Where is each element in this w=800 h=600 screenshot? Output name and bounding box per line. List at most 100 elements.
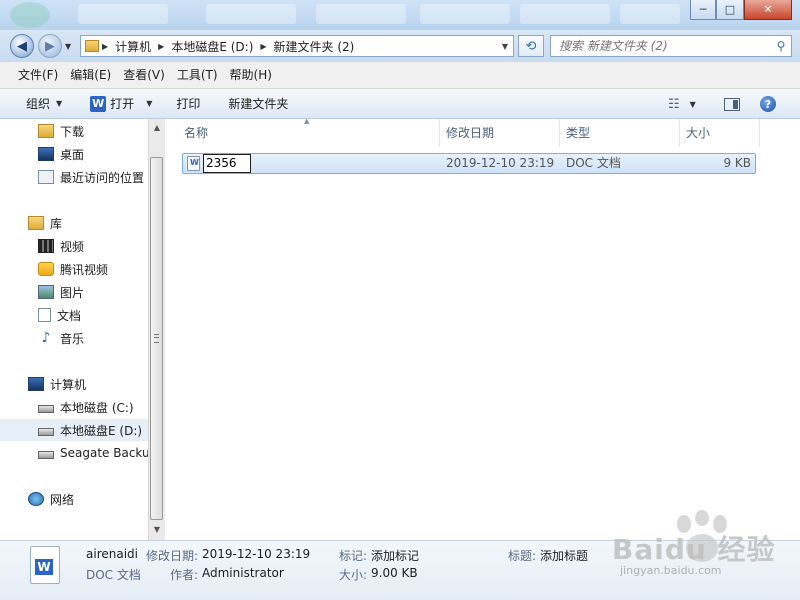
pictures-icon [38, 285, 54, 299]
nav-item-libraries[interactable]: 库 [0, 212, 148, 234]
scroll-grip-icon [154, 334, 159, 343]
scroll-thumb[interactable] [150, 157, 163, 520]
close-button[interactable]: ✕ [744, 0, 792, 20]
details-modified-value: 2019-12-10 23:19 [202, 547, 311, 561]
back-button[interactable]: ◀ [10, 34, 34, 58]
menu-view[interactable]: 查看(V) [117, 65, 171, 86]
help-button[interactable]: ? [760, 89, 776, 119]
libraries-icon [28, 216, 44, 230]
nav-item-documents[interactable]: 文档 [0, 304, 148, 326]
navigation-pane: 下载 桌面 最近访问的位置 库 视频 腾讯视频 图片 文档 ♪ 音乐 计算机 本… [0, 119, 148, 540]
details-pane: W airenaidi DOC 文档 修改日期: 2019-12-10 23:1… [0, 540, 800, 600]
scroll-up-icon[interactable]: ▲ [149, 119, 165, 136]
nav-item-videos[interactable]: 视频 [0, 235, 148, 257]
details-file-type: DOC 文档 [86, 568, 141, 582]
navigation-scrollbar[interactable]: ▲ ▼ [148, 119, 165, 540]
nav-item-drive-c[interactable]: 本地磁盘 (C:) [0, 396, 148, 418]
breadcrumb-separator-icon[interactable]: ▶ [257, 42, 269, 51]
open-label: 打开 [110, 97, 135, 111]
folder-icon [85, 40, 99, 52]
column-name[interactable]: 名称 [178, 119, 440, 147]
menu-edit[interactable]: 编辑(E) [64, 65, 117, 86]
nav-item-tencent-video[interactable]: 腾讯视频 [0, 258, 148, 280]
file-type: DOC 文档 [566, 156, 621, 170]
nav-item-seagate[interactable]: Seagate Backup [0, 442, 148, 464]
nav-item-network[interactable]: 网络 [0, 488, 148, 510]
chevron-down-icon[interactable]: ▼ [146, 99, 152, 108]
breadcrumb-current-folder[interactable]: 新建文件夹 (2) [270, 36, 359, 56]
nav-label: 腾讯视频 [60, 262, 109, 277]
column-size[interactable]: 大小 [680, 119, 760, 147]
scroll-down-icon[interactable]: ▼ [149, 521, 165, 538]
details-title-value[interactable]: 添加标题 [540, 547, 588, 564]
column-type[interactable]: 类型 [560, 119, 680, 147]
nav-label: 音乐 [60, 331, 85, 346]
recent-pages-dropdown-icon[interactable]: ▼ [65, 42, 71, 51]
organize-button[interactable]: 组织 ▼ [16, 93, 72, 115]
address-bar[interactable]: ▶ 计算机 ▶ 本地磁盘E (D:) ▶ 新建文件夹 (2) ▼ [80, 35, 514, 57]
recent-places-icon [38, 170, 54, 184]
open-button[interactable]: W 打开 ▼ [80, 93, 162, 115]
drive-icon [38, 428, 54, 436]
title-bar: ─ □ ✕ [0, 0, 800, 30]
rename-input[interactable]: 2356 [203, 154, 251, 173]
nav-label: 网络 [50, 492, 75, 507]
nav-item-music[interactable]: ♪ 音乐 [0, 327, 148, 349]
word-letter-icon: W [35, 559, 53, 575]
breadcrumb-drive-e[interactable]: 本地磁盘E (D:) [167, 36, 257, 56]
desktop-icon [38, 147, 54, 161]
computer-icon [28, 377, 44, 391]
details-author-value[interactable]: Administrator [202, 566, 284, 580]
search-icon[interactable]: ⚲ [771, 39, 791, 53]
breadcrumb-separator-icon[interactable]: ▶ [99, 42, 111, 51]
new-folder-button[interactable]: 新建文件夹 [218, 93, 298, 115]
nav-item-drive-e[interactable]: 本地磁盘E (D:) [0, 419, 148, 441]
search-input[interactable] [551, 36, 771, 56]
print-button[interactable]: 打印 [166, 93, 210, 115]
doc-file-large-icon: W [30, 546, 60, 584]
details-title-label: 标题: [508, 549, 537, 563]
system-drive-icon [38, 405, 54, 413]
file-modified: 2019-12-10 23:19 [446, 156, 555, 170]
nav-item-pictures[interactable]: 图片 [0, 281, 148, 303]
maximize-button[interactable]: □ [716, 0, 744, 20]
drive-icon [38, 451, 54, 459]
minimize-button[interactable]: ─ [690, 0, 716, 20]
refresh-button[interactable]: ⟲ [518, 35, 544, 57]
details-tags-value[interactable]: 添加标记 [371, 547, 419, 564]
nav-label: 本地磁盘E (D:) [60, 423, 143, 438]
taskbar-ghost-item [206, 4, 296, 24]
nav-item-recent[interactable]: 最近访问的位置 [0, 166, 148, 188]
menu-bar: 文件(F) 编辑(E) 查看(V) 工具(T) 帮助(H) [0, 62, 800, 89]
menu-help[interactable]: 帮助(H) [224, 65, 278, 86]
nav-item-computer[interactable]: 计算机 [0, 373, 148, 395]
details-tags-label: 标记: [339, 549, 368, 563]
preview-pane-button[interactable] [724, 89, 740, 119]
view-list-icon: ☷ [668, 96, 680, 112]
back-arrow-icon: ◀ [17, 38, 27, 54]
file-list: ▲ 名称 修改日期 类型 大小 2356 2019-12-10 23:19 DO… [166, 117, 800, 540]
taskbar-ghost-item [420, 4, 510, 24]
nav-item-desktop[interactable]: 桌面 [0, 143, 148, 165]
details-size-value: 9.00 KB [371, 566, 418, 580]
search-box[interactable]: ⚲ [550, 35, 792, 57]
details-modified-label: 修改日期: [146, 549, 199, 563]
menu-tools[interactable]: 工具(T) [171, 65, 224, 86]
column-modified[interactable]: 修改日期 [440, 119, 560, 147]
menu-file[interactable]: 文件(F) [12, 65, 64, 86]
nav-label: 本地磁盘 (C:) [60, 400, 134, 415]
address-dropdown-icon[interactable]: ▼ [497, 42, 513, 51]
taskbar-ghost-item [620, 4, 680, 24]
table-row[interactable]: 2356 2019-12-10 23:19 DOC 文档 9 KB [182, 153, 756, 174]
nav-label: Seagate Backup [60, 446, 148, 460]
breadcrumb-computer[interactable]: 计算机 [111, 36, 155, 56]
nav-label: 文档 [57, 308, 82, 323]
nav-label: 下载 [60, 124, 85, 139]
nav-item-downloads[interactable]: 下载 [0, 120, 148, 142]
breadcrumb-separator-icon[interactable]: ▶ [155, 42, 167, 51]
nav-label: 最近访问的位置 [60, 170, 145, 185]
view-options-button[interactable]: ☷ ▼ [668, 89, 696, 119]
help-icon: ? [760, 96, 776, 112]
forward-button[interactable]: ▶ [38, 34, 62, 58]
doc-file-icon [187, 156, 200, 171]
